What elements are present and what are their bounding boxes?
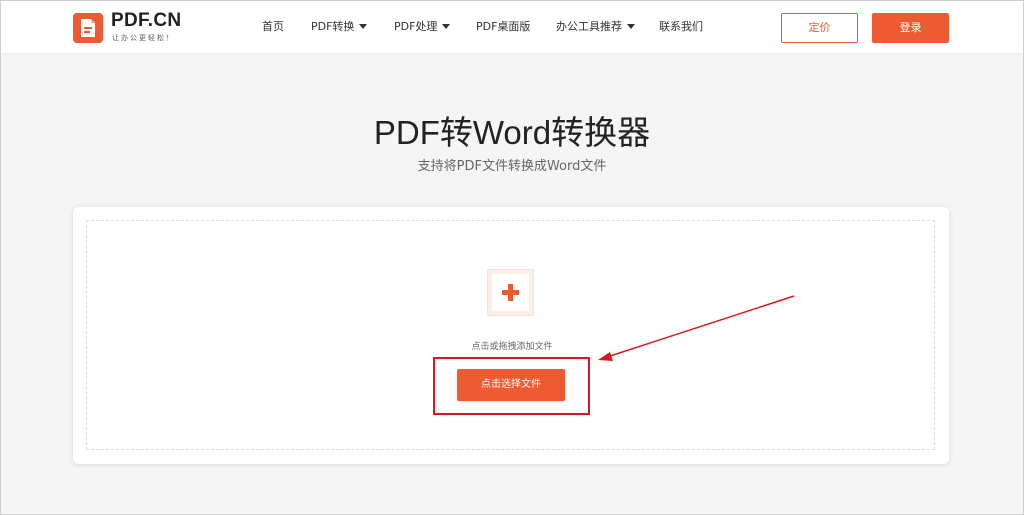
nav-pdf-convert-label: PDF转换	[311, 20, 355, 33]
login-button[interactable]: 登录	[872, 13, 949, 43]
page-title: PDF转Word转换器	[373, 114, 651, 151]
nav-office-tools-label: 办公工具推荐	[556, 20, 622, 33]
page-subtitle: 支持将PDF文件转换成Word文件	[417, 159, 607, 174]
pricing-button[interactable]: 定价	[781, 13, 858, 43]
caret-down-icon	[359, 23, 368, 29]
nav-pdf-process[interactable]: PDF处理	[394, 20, 451, 34]
nav-pdf-desktop-label: PDF桌面版	[476, 20, 531, 33]
nav-contact[interactable]: 联系我们	[659, 20, 703, 34]
add-file-button[interactable]	[487, 269, 534, 316]
pdf-logo-icon[interactable]	[73, 13, 103, 43]
caret-down-icon	[627, 23, 635, 29]
drop-hint-text: 点击或拖拽添加文件	[471, 342, 553, 352]
choose-file-button[interactable]: 点击选择文件	[457, 369, 565, 401]
nav-office-tools[interactable]: 办公工具推荐	[556, 20, 635, 34]
top-navbar: PDF.CN 让办公更轻松！ 首页 PDF转换 PDF处理 PDF桌面版 办公工…	[1, 1, 1023, 54]
nav-home-label: 首页	[262, 20, 284, 33]
brand-name[interactable]: PDF.CN	[111, 11, 181, 31]
brand-slogan: 让办公更轻松！	[112, 34, 175, 42]
file-dropzone[interactable]	[86, 220, 935, 450]
nav-contact-label: 联系我们	[659, 20, 703, 33]
nav-pdf-convert[interactable]: PDF转换	[311, 20, 368, 34]
nav-pdf-process-label: PDF处理	[394, 20, 438, 33]
plus-icon	[492, 274, 529, 311]
nav-home[interactable]: 首页	[262, 20, 284, 34]
nav-pdf-desktop[interactable]: PDF桌面版	[476, 20, 530, 34]
caret-down-icon	[442, 23, 451, 29]
